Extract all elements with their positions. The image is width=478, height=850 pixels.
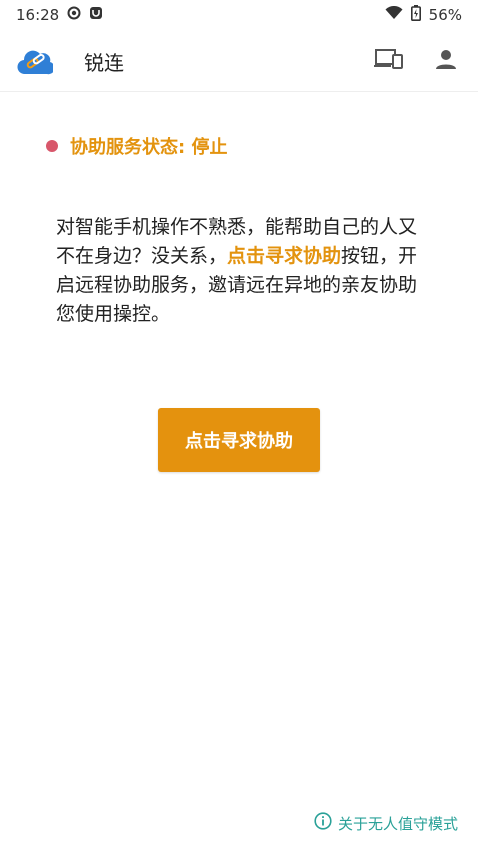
battery-icon (410, 5, 421, 25)
person-icon (435, 48, 457, 74)
service-status: 协助服务状态: 停止 (46, 133, 227, 159)
devices-button[interactable] (374, 46, 404, 76)
request-help-button[interactable]: 点击寻求协助 (158, 408, 320, 472)
cloud-link-icon (17, 44, 55, 78)
description-text: 对智能手机操作不熟悉，能帮助自己的人又不在身边？没关系，点击寻求协助按钮，开启远… (56, 213, 426, 329)
app-notification-icon (89, 6, 103, 24)
info-icon (314, 812, 338, 834)
status-left: 16:28 (16, 6, 103, 24)
devices-icon (374, 48, 404, 74)
wifi-icon (385, 5, 403, 24)
unattended-mode-link[interactable]: 关于无人值守模式 (314, 812, 458, 834)
status-bar: 16:28 56% (0, 0, 478, 30)
service-status-label: 协助服务状态: 停止 (70, 137, 228, 158)
record-icon (67, 6, 81, 24)
unattended-mode-label: 关于无人值守模式 (337, 814, 458, 833)
app-title: 锐连 (84, 51, 124, 75)
status-right: 56% (385, 5, 462, 25)
status-time: 16:28 (16, 6, 60, 24)
status-dot (46, 140, 58, 152)
battery-percent: 56% (428, 6, 462, 24)
account-button[interactable] (431, 46, 461, 76)
app-bar: 锐连 (0, 30, 478, 92)
description-highlight: 点击寻求协助 (227, 245, 342, 267)
